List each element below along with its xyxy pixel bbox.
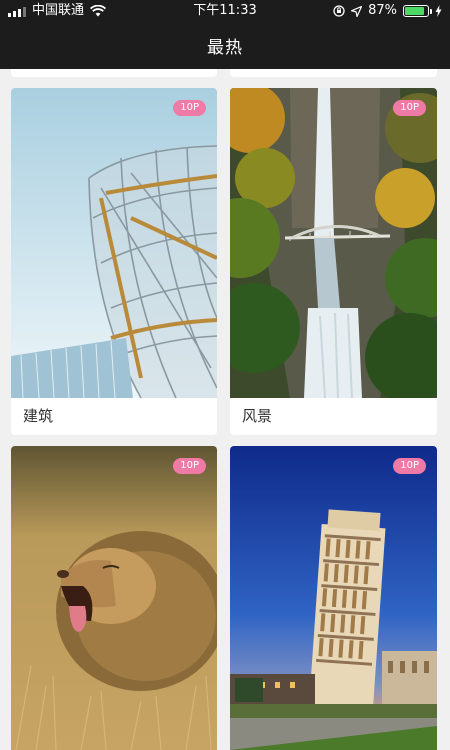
card-label: 建筑 [23, 407, 54, 425]
card-label: 风景 [242, 407, 273, 425]
architecture-photo: 10P [11, 88, 217, 398]
photo-count-badge: 10P [393, 458, 426, 474]
rotation-lock-icon [333, 5, 345, 17]
battery-icon [403, 5, 432, 17]
location-icon [351, 5, 363, 17]
card-architecture[interactable]: 10P 建筑 [11, 88, 217, 435]
leaning-tower-photo: 10P [230, 446, 437, 750]
previous-card-right[interactable] [230, 69, 437, 77]
page-title: 最热 [207, 38, 243, 58]
card-lion[interactable]: 10P [11, 446, 217, 750]
battery-percent: 87% [368, 3, 397, 18]
photo-count-badge: 10P [173, 100, 206, 116]
photo-count-badge: 10P [173, 458, 206, 474]
charging-icon [435, 5, 442, 17]
waterfall-photo: 10P [230, 88, 437, 398]
previous-card-left[interactable] [11, 69, 217, 77]
card-tower[interactable]: 10P [230, 446, 437, 750]
lion-photo: 10P [11, 446, 217, 750]
status-bar: 中国联通 下午11:33 87% [0, 0, 450, 22]
top-bar: 中国联通 下午11:33 87% 最热 [0, 0, 450, 69]
photo-count-badge: 10P [393, 100, 426, 116]
card-scenery[interactable]: 10P 风景 [230, 88, 437, 435]
